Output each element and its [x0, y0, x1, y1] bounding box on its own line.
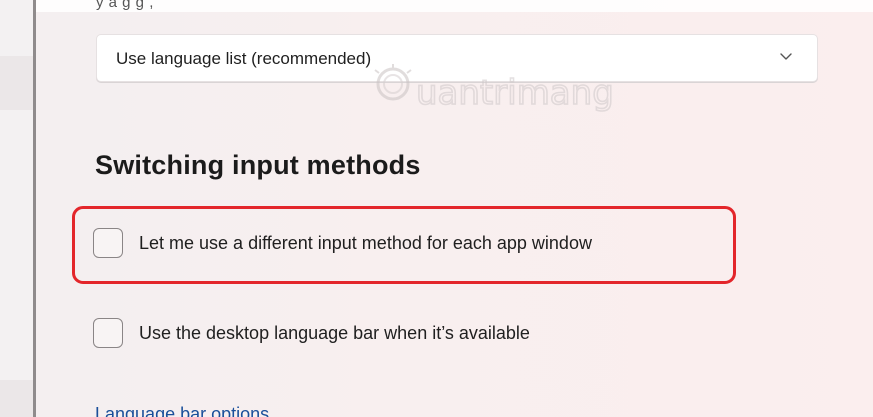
per-app-input-option[interactable]: Let me use a different input method for … [93, 226, 592, 260]
dropdown-selected-value: Use language list (recommended) [116, 49, 372, 68]
top-edge [36, 0, 873, 12]
chevron-down-icon [780, 53, 792, 60]
language-bar-options-link[interactable]: Language bar options [95, 404, 269, 417]
per-app-input-checkbox[interactable] [93, 228, 123, 258]
section-title: Switching input methods [95, 150, 421, 180]
desktop-language-bar-option[interactable]: Use the desktop language bar when it’s a… [93, 316, 530, 350]
desktop-language-bar-checkbox[interactable] [93, 318, 123, 348]
nav-item[interactable] [0, 380, 33, 417]
nav-item[interactable] [0, 56, 33, 110]
navigation-pane [0, 0, 33, 417]
cut-off-heading: y a g g , [96, 0, 154, 11]
per-app-input-label: Let me use a different input method for … [139, 232, 592, 253]
pane-divider [33, 0, 36, 417]
input-method-dropdown[interactable]: Use language list (recommended) [96, 34, 818, 82]
desktop-language-bar-label: Use the desktop language bar when it’s a… [139, 322, 530, 343]
settings-page: y a g g , Use language list (recommended… [0, 0, 873, 417]
